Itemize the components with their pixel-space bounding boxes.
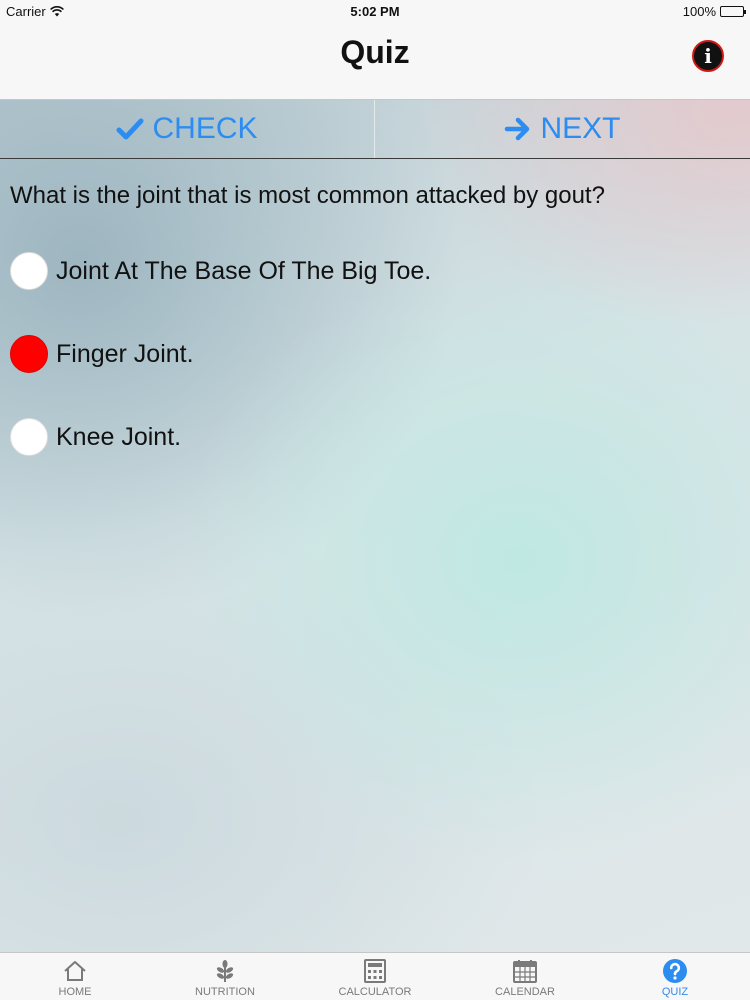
battery-icon [720, 6, 746, 17]
tab-label: QUIZ [661, 986, 689, 998]
page-title: Quiz [340, 34, 410, 70]
battery-percent: 100% [682, 4, 716, 19]
question-icon [663, 959, 687, 983]
tab-label: CALCULATOR [338, 986, 412, 998]
answer-option-3[interactable]: Knee Joint. [10, 418, 181, 456]
tab-label: NUTRITION [195, 986, 255, 998]
battery-status: 100% [682, 4, 746, 19]
clock: 5:02 PM [350, 4, 400, 19]
calculator-icon [364, 959, 386, 983]
status-bar: Carrier 5:02 PM 100% [0, 0, 750, 22]
answer-option-2[interactable]: Finger Joint. [10, 335, 194, 373]
navigation-bar: Quiz i [0, 22, 750, 100]
check-button-label: CHECK [152, 112, 258, 145]
tab-bar: HOME NUTRITION CALCULATOR CALENDAR QUIZ [0, 952, 750, 1000]
info-icon[interactable]: i [692, 40, 724, 72]
answer-label: Joint At The Base Of The Big Toe. [56, 256, 432, 285]
quiz-question: What is the joint that is most common at… [10, 182, 605, 209]
tab-label: HOME [58, 986, 92, 998]
tab-label: CALENDAR [495, 986, 555, 998]
radio-button-selected[interactable] [10, 335, 48, 373]
next-button[interactable]: NEXT [375, 100, 750, 158]
arrow-right-icon [505, 117, 530, 141]
radio-button-unselected[interactable] [10, 252, 48, 290]
answer-label: Finger Joint. [56, 339, 194, 368]
tab-calculator[interactable]: CALCULATOR [300, 953, 450, 1000]
checkmark-icon [116, 118, 144, 140]
next-button-label: NEXT [540, 112, 621, 145]
home-icon [64, 961, 86, 981]
calendar-icon [513, 960, 537, 983]
action-bar: CHECK NEXT [0, 100, 750, 159]
tab-home[interactable]: HOME [0, 953, 150, 1000]
answer-label: Knee Joint. [56, 422, 182, 451]
tab-nutrition[interactable]: NUTRITION [150, 953, 300, 1000]
check-button[interactable]: CHECK [0, 100, 375, 158]
tab-quiz[interactable]: QUIZ [600, 953, 750, 1000]
answer-option-1[interactable]: Joint At The Base Of The Big Toe. [10, 252, 431, 290]
tab-calendar[interactable]: CALENDAR [450, 953, 600, 1000]
radio-button-unselected[interactable] [10, 418, 48, 456]
leaf-icon [216, 960, 234, 982]
